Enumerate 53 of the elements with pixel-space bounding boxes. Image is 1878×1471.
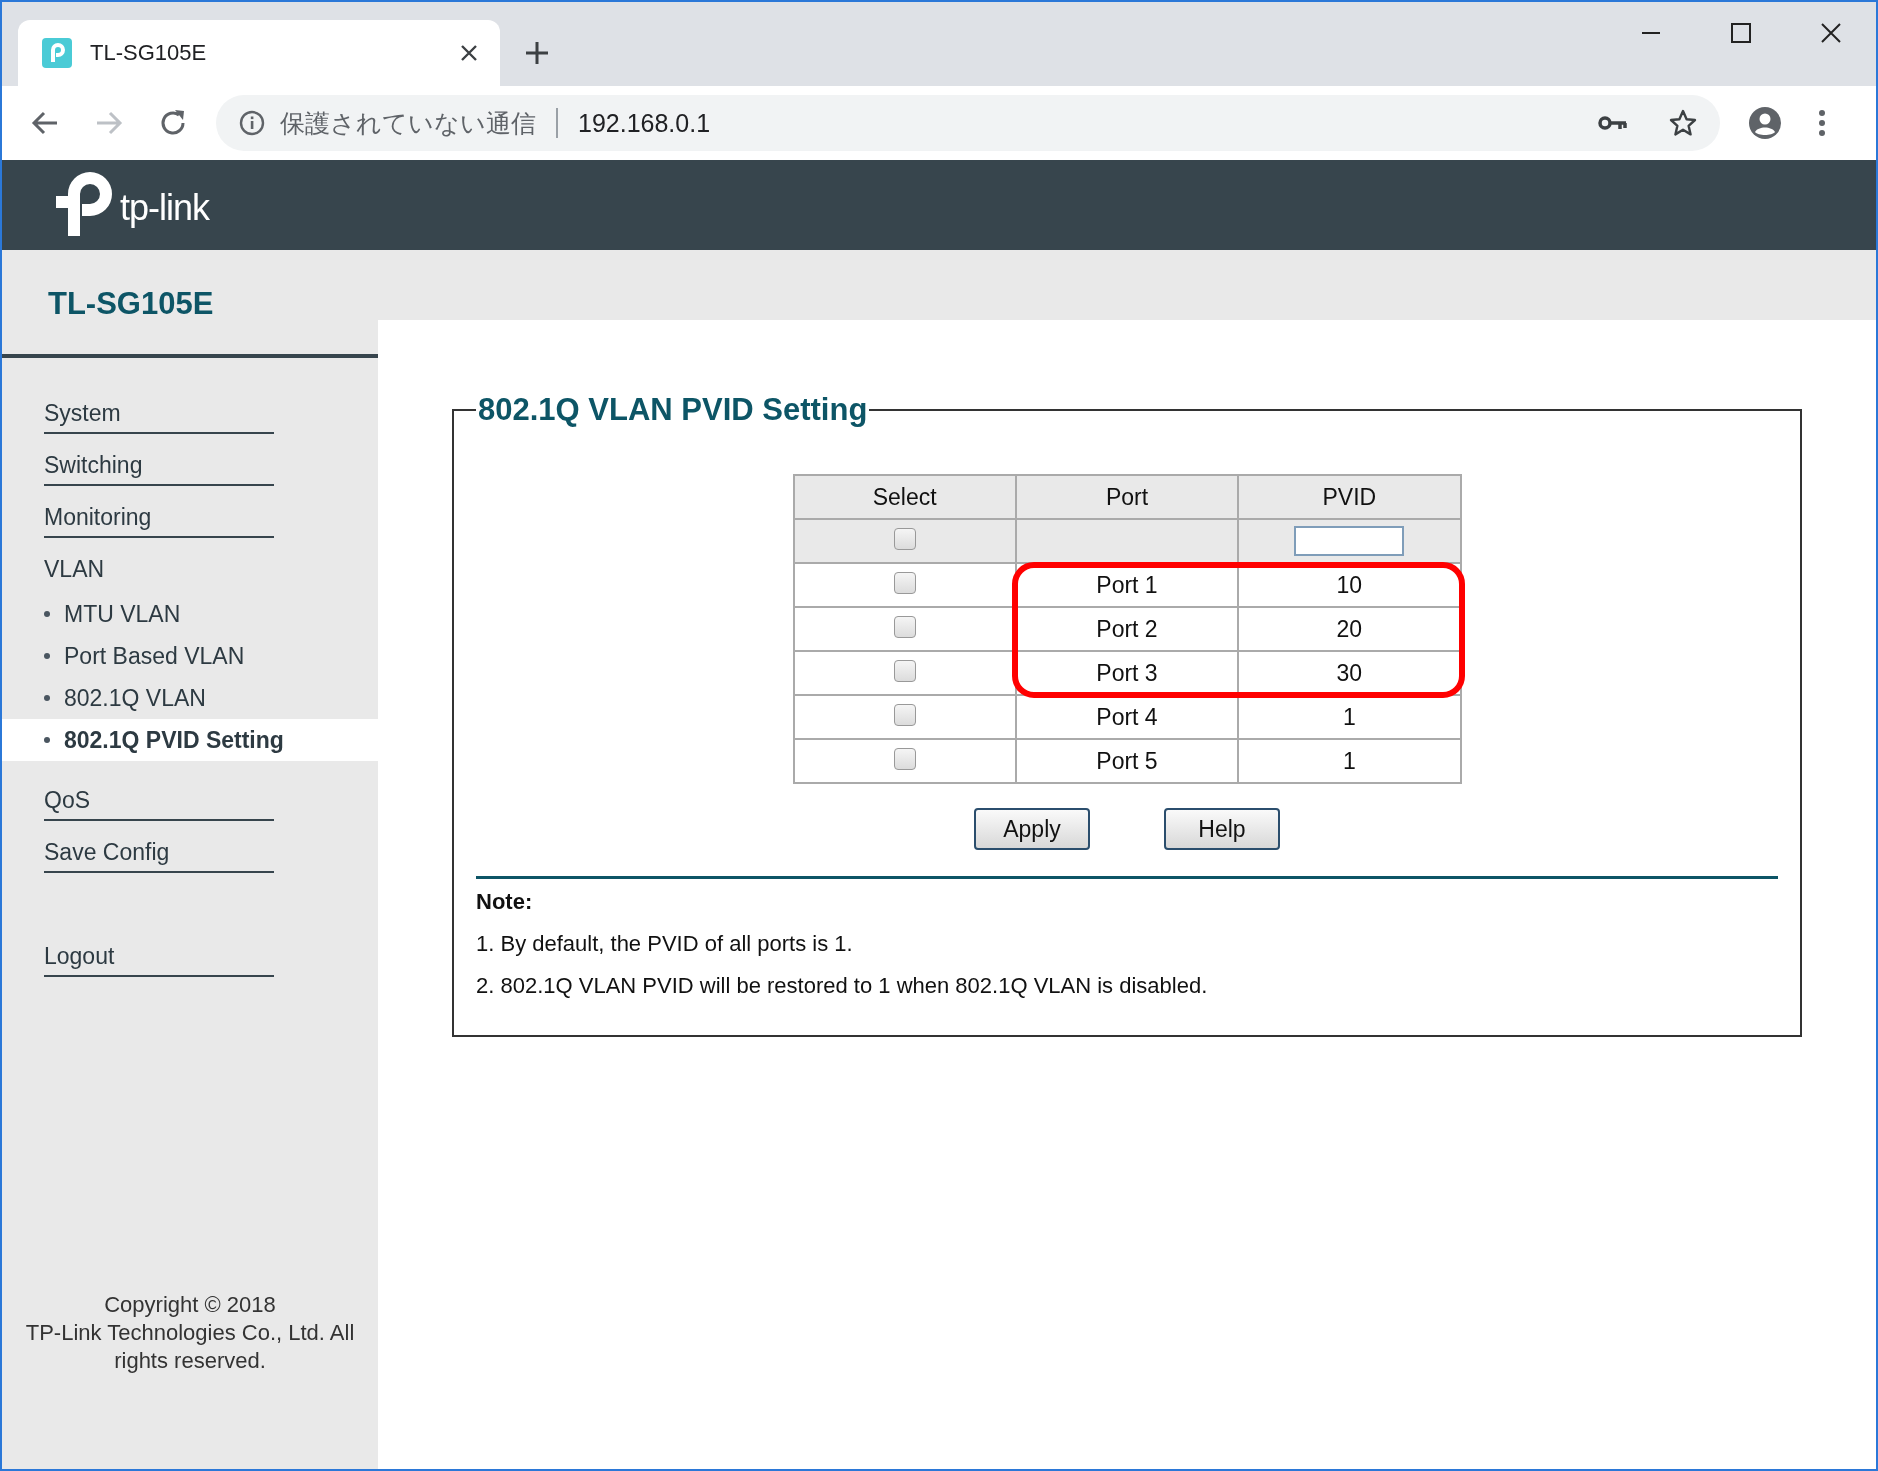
column-header: Port — [1015, 475, 1239, 519]
plus-icon[interactable] — [524, 40, 550, 66]
copyright-text: Copyright © 2018 — [103, 1291, 277, 1319]
sidebar-subitem[interactable]: MTU VLAN — [2, 593, 378, 635]
sidebar-item[interactable]: System — [44, 382, 274, 434]
sidebar-subitem[interactable]: 802.1Q PVID Setting — [2, 719, 378, 761]
sidebar-item[interactable]: Monitoring — [44, 486, 274, 538]
action-button[interactable]: Apply — [974, 808, 1090, 850]
panel-title: 802.1Q VLAN PVID Setting — [477, 392, 869, 428]
bullet-icon — [44, 695, 50, 701]
favicon-icon — [42, 38, 72, 68]
bullet-icon — [44, 737, 50, 743]
sidebar-subitem[interactable]: Port Based VLAN — [2, 635, 378, 677]
browser-tab[interactable]: TL-SG105E — [18, 20, 500, 86]
sidebar-item[interactable]: Save Config — [44, 821, 274, 873]
action-button[interactable]: Help — [1164, 808, 1280, 850]
table-cell: Port 3 — [1015, 651, 1239, 695]
tab-title: TL-SG105E — [90, 40, 208, 66]
table-cell: Port 5 — [1015, 739, 1239, 783]
checkbox[interactable] — [893, 528, 916, 551]
sidebar-item[interactable]: Switching — [44, 434, 274, 486]
account-icon[interactable] — [1748, 106, 1782, 140]
table-cell: 1 — [1238, 739, 1461, 783]
note-text: 2. 802.1Q VLAN PVID will be restored to 1 when 802.1Q VLAN is disabled. — [476, 973, 1209, 999]
column-header: PVID — [1238, 475, 1461, 519]
bullet-icon — [44, 653, 50, 659]
note-title: Note: — [476, 889, 534, 915]
table-cell: Port 2 — [1015, 607, 1239, 651]
sidebar-subitem[interactable]: 802.1Q VLAN — [2, 677, 378, 719]
security-label: 保護されていない通信 — [280, 107, 536, 139]
note-text: 1. By default, the PVID of all ports is 1. — [476, 931, 854, 957]
checkbox[interactable] — [893, 572, 916, 595]
pvid-input-field[interactable] — [1294, 526, 1405, 556]
copyright-text: TP-Link Technologies Co., Ltd. All rights reserved. — [24, 1319, 356, 1375]
close-icon[interactable] — [460, 44, 478, 62]
sidebar-item[interactable]: Logout — [44, 925, 274, 977]
table-cell: Port 4 — [1015, 695, 1239, 739]
info-icon[interactable] — [238, 109, 266, 137]
sidebar-item[interactable]: VLAN — [44, 538, 274, 583]
checkbox[interactable] — [893, 660, 916, 683]
url-text: 192.168.0.1 — [578, 108, 712, 138]
address-bar[interactable]: 保護されていない通信 192.168.0.1 — [216, 95, 1720, 151]
checkbox[interactable] — [893, 748, 916, 771]
table-cell: 1 — [1238, 695, 1461, 739]
logo-text: tp-link — [120, 187, 210, 229]
key-icon[interactable] — [1598, 113, 1628, 133]
menu-icon[interactable] — [1818, 109, 1826, 137]
sidebar-item[interactable]: QoS — [44, 769, 274, 821]
bullet-icon — [44, 611, 50, 617]
checkbox[interactable] — [893, 704, 916, 727]
checkbox[interactable] — [893, 616, 916, 639]
star-icon[interactable] — [1668, 108, 1698, 138]
column-header: Select — [793, 475, 1016, 519]
